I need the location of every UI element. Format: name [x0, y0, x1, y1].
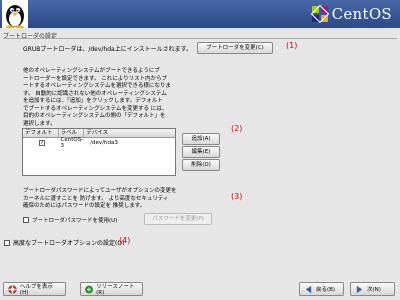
marker-1: (1) — [286, 41, 298, 50]
device-cell: /dev/hda3 — [90, 139, 118, 146]
brand-name: CentOS — [331, 5, 392, 23]
back-button[interactable]: 戻る(B) — [299, 282, 344, 296]
marker-3: (3) — [231, 192, 243, 201]
marker-4: (4) — [119, 236, 131, 245]
delete-button[interactable]: 削除(D) — [182, 159, 220, 171]
help-button-label: ヘルプを表示(H) — [19, 284, 53, 296]
help-button[interactable]: ヘルプを表示(H) — [3, 282, 66, 296]
divider — [3, 38, 397, 39]
edit-button[interactable]: 編集(E) — [182, 146, 220, 158]
change-password-button[interactable]: パスワードを変更(P) — [144, 213, 212, 225]
advanced-options-label: 高度なブートローダオプションの設定(O) — [13, 240, 125, 247]
column-default[interactable]: デフォルト — [23, 129, 59, 137]
advanced-options[interactable]: 高度なブートローダオプションの設定(O) — [4, 238, 124, 247]
marker-2: (2) — [231, 124, 243, 133]
label-cell: CentOS-3 — [60, 136, 84, 149]
grub-location-text: GRUBブートローダは、/dev/hda上にインストールされます。 — [23, 46, 192, 53]
os-description: 他のオペレーティングシステムがブートできるようにブ ートローダーを設定できます。… — [23, 68, 171, 127]
use-password-label: ブートローダパスワードを使用(U) — [32, 218, 118, 224]
default-checkbox[interactable]: ✓ — [39, 139, 45, 146]
os-table: デフォルト ラベル デバイス ✓ CentOS-3 /dev/hda3 — [22, 128, 176, 176]
centos-logo-icon — [310, 5, 329, 23]
back-button-label: 戻る(B) — [316, 287, 336, 293]
release-notes-button[interactable]: リリースノート(R) — [80, 282, 143, 296]
header-bar: CentOS — [0, 0, 400, 28]
use-password-option[interactable]: ブートローダパスワードを使用(U) — [23, 216, 117, 224]
back-arrow-icon — [305, 285, 312, 293]
next-arrow-icon — [356, 285, 363, 293]
column-device[interactable]: デバイス — [84, 129, 175, 137]
release-notes-icon — [85, 285, 93, 293]
os-table-header: デフォルト ラベル デバイス — [23, 129, 175, 138]
release-notes-label: リリースノート(R) — [96, 284, 135, 296]
advanced-options-checkbox[interactable] — [4, 239, 10, 246]
add-button[interactable]: 追加(A) — [182, 133, 220, 145]
default-cell: ✓ — [23, 139, 59, 146]
tux-penguin-icon — [2, 0, 28, 28]
centos-logo: CentOS — [310, 4, 392, 24]
next-button-label: 次(N) — [367, 287, 381, 293]
table-row[interactable]: ✓ CentOS-3 /dev/hda3 — [23, 136, 175, 149]
change-bootloader-button[interactable]: ブートローダを変更(C) — [197, 42, 273, 54]
password-description: ブートローダパスワードによってユーザがオプションの変更を カーネルに渡すことを … — [23, 188, 177, 209]
next-button[interactable]: 次(N) — [350, 282, 395, 296]
help-icon — [8, 284, 17, 294]
use-password-checkbox[interactable] — [23, 217, 29, 223]
